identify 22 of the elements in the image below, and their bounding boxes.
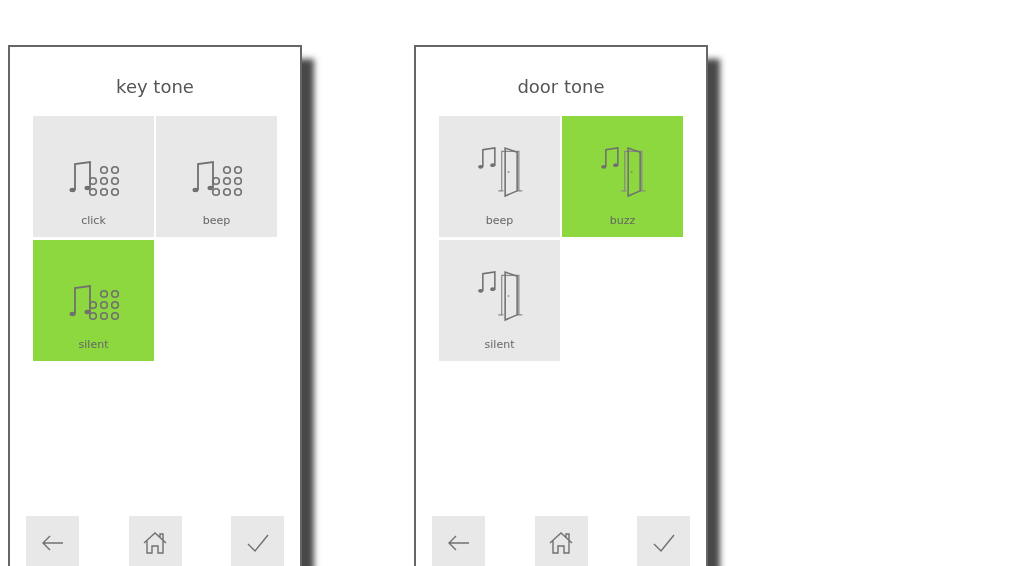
confirm-button[interactable] [637, 516, 690, 566]
tone-option[interactable]: silent [439, 240, 560, 361]
home-icon [142, 530, 168, 555]
music-door-icon [598, 146, 647, 198]
music-door-icon [475, 270, 524, 322]
music-door-icon [475, 146, 524, 198]
screen-title: key tone [115, 76, 195, 99]
music-keypad-icon [190, 158, 243, 198]
home-button[interactable] [534, 516, 588, 566]
tone-option[interactable]: silent [33, 240, 154, 361]
confirm-button[interactable] [231, 516, 284, 566]
music-keypad-icon [67, 158, 120, 198]
screen-title: door tone [516, 76, 606, 99]
tone-option[interactable]: click [33, 116, 154, 237]
tone-option[interactable]: buzz [562, 116, 683, 237]
back-button[interactable] [26, 516, 79, 566]
tone-option[interactable]: beep [439, 116, 560, 237]
back-button[interactable] [432, 516, 485, 566]
home-button[interactable] [128, 516, 182, 566]
home-icon [548, 530, 574, 555]
tone-option[interactable]: beep [156, 116, 277, 237]
music-keypad-icon [67, 282, 120, 322]
